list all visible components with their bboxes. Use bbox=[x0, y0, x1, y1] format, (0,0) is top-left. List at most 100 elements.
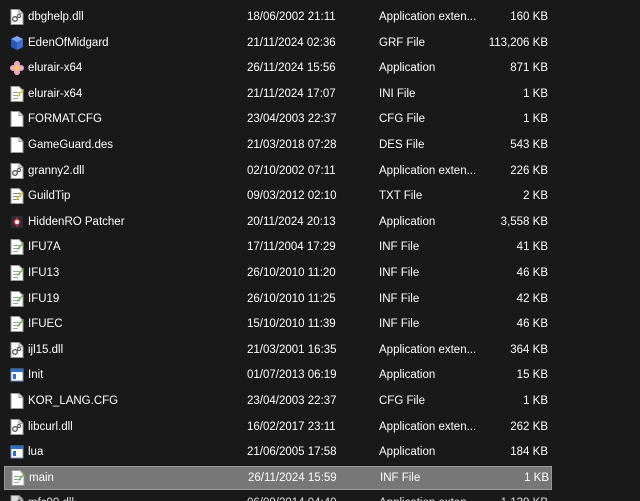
file-row[interactable]: dbghelp.dll 18/06/2002 21:11 Application e… bbox=[4, 5, 552, 29]
file-size: 1 KB bbox=[523, 395, 548, 407]
file-date-modified: 23/04/2003 22:37 bbox=[247, 113, 337, 126]
inf-file-icon bbox=[9, 287, 25, 311]
file-date-modified: 23/04/2003 22:37 bbox=[247, 395, 337, 407]
file-name: IFUEC bbox=[28, 318, 63, 331]
file-type: Application bbox=[379, 62, 436, 75]
file-row[interactable]: IFU19 26/10/2010 11:25 INF File 42 KB bbox=[4, 287, 552, 311]
dll-file-icon bbox=[9, 338, 25, 362]
file-type: INF File bbox=[380, 471, 421, 484]
file-row[interactable]: mfc90.dll 06/09/2014 04:40 Application ext… bbox=[4, 491, 552, 501]
file-type: DES File bbox=[379, 139, 425, 151]
file-type: INF File bbox=[379, 292, 420, 305]
file-row[interactable]: IFU7A 17/11/2004 17:29 INF File 41 KB bbox=[4, 235, 552, 259]
file-row[interactable]: GuildTip 09/03/2012 02:10 TXT File 2 KB bbox=[4, 184, 552, 208]
app-window-icon bbox=[10, 445, 24, 459]
file-type: Application exten... bbox=[379, 343, 477, 356]
file-size: 1 KB bbox=[524, 471, 549, 484]
file-type: INI File bbox=[379, 87, 416, 100]
file-type: CFG File bbox=[379, 395, 425, 407]
file-name: IFU13 bbox=[28, 267, 60, 279]
file-date-modified: 26/11/2024 15:56 bbox=[247, 62, 336, 75]
app-window-icon bbox=[9, 440, 25, 464]
file-date-modified: 17/11/2004 17:29 bbox=[247, 241, 336, 254]
file-date-modified: 21/11/2024 17:07 bbox=[247, 87, 336, 100]
dll-file-icon bbox=[10, 162, 24, 179]
file-size: 871 KB bbox=[510, 62, 548, 75]
file-list: dbghelp.dll 18/06/2002 21:11 Application e… bbox=[0, 0, 640, 501]
file-name: HiddenRO Patcher bbox=[28, 215, 125, 228]
file-date-modified: 21/03/2018 07:28 bbox=[247, 139, 337, 151]
file-name: KOR_LANG.CFG bbox=[28, 395, 119, 407]
app-flower-icon bbox=[10, 61, 24, 76]
file-size: 160 KB bbox=[510, 11, 548, 23]
file-name: granny2.dll bbox=[28, 164, 85, 177]
file-row[interactable]: ijl15.dll 21/03/2001 16:35 Application ext… bbox=[4, 338, 552, 362]
file-size: 262 KB bbox=[510, 420, 548, 433]
file-size: 1 KB bbox=[523, 87, 548, 100]
file-row[interactable]: granny2.dll 02/10/2002 07:11 Application e… bbox=[4, 159, 552, 183]
file-row[interactable]: GameGuard.des 21/03/2018 07:28 DES File 543… bbox=[4, 133, 552, 157]
app-flower-icon bbox=[9, 56, 25, 80]
file-date-modified: 26/11/2024 15:59 bbox=[248, 471, 337, 484]
file-type: TXT File bbox=[379, 190, 423, 203]
file-name: GuildTip bbox=[28, 190, 71, 203]
file-size: 364 KB bbox=[510, 343, 548, 356]
inf-file-icon bbox=[10, 316, 24, 333]
file-date-modified: 18/06/2002 21:11 bbox=[247, 11, 336, 23]
dll-file-icon bbox=[9, 415, 25, 439]
file-date-modified: 01/07/2013 06:19 bbox=[247, 369, 337, 382]
file-type: Application bbox=[379, 215, 436, 228]
file-row[interactable]: KOR_LANG.CFG 23/04/2003 22:37 CFG File 1 KB bbox=[4, 389, 552, 413]
file-date-modified: 26/10/2010 11:20 bbox=[247, 267, 336, 279]
inf-file-icon bbox=[10, 239, 24, 256]
file-size: 226 KB bbox=[510, 164, 548, 177]
file-type: Application bbox=[379, 446, 436, 459]
file-type: CFG File bbox=[379, 113, 425, 126]
file-row[interactable]: elurair-x64 21/11/2024 17:07 INI File 1 KB bbox=[4, 82, 552, 106]
inf-file-icon bbox=[10, 290, 24, 307]
file-name: lua bbox=[28, 446, 44, 459]
file-name: Init bbox=[28, 369, 44, 382]
file-name: mfc90.dll bbox=[28, 491, 238, 501]
file-date-modified: 16/02/2017 23:11 bbox=[247, 420, 336, 433]
file-size: 46 KB bbox=[516, 318, 548, 331]
dll-file-icon bbox=[9, 491, 25, 501]
file-row[interactable]: FORMAT.CFG 23/04/2003 22:37 CFG File 1 KB bbox=[4, 107, 552, 131]
file-date-modified: 21/11/2024 02:36 bbox=[247, 36, 336, 49]
file-name: libcurl.dll bbox=[28, 420, 73, 433]
dll-file-icon bbox=[10, 495, 24, 501]
file-row[interactable]: elurair-x64 26/11/2024 15:56 Application 87… bbox=[4, 56, 552, 80]
app-window-icon bbox=[9, 363, 25, 387]
file-name: IFU19 bbox=[28, 292, 60, 305]
file-row[interactable]: IFUEC 15/10/2010 11:39 INF File 46 KB bbox=[4, 312, 552, 336]
file-type: Application exten... bbox=[379, 11, 477, 23]
file-name: elurair-x64 bbox=[28, 62, 83, 75]
inf-file-icon bbox=[11, 469, 25, 486]
file-date-modified: 26/10/2010 11:25 bbox=[247, 292, 336, 305]
file-date-modified: 09/03/2012 02:10 bbox=[247, 190, 337, 203]
blank-file-icon bbox=[10, 137, 24, 153]
file-size: 41 KB bbox=[516, 241, 548, 254]
inf-file-icon bbox=[9, 235, 25, 259]
file-date-modified: 21/03/2001 16:35 bbox=[247, 343, 337, 356]
dll-file-icon bbox=[9, 5, 25, 29]
file-row[interactable]: lua 21/06/2005 17:58 Application 184 KB bbox=[4, 440, 552, 464]
file-size: 15 KB bbox=[516, 369, 548, 382]
file-row[interactable]: HiddenRO Patcher 20/11/2024 20:13 Applicat… bbox=[4, 210, 552, 234]
file-row[interactable]: IFU13 26/10/2010 11:20 INF File 46 KB bbox=[4, 261, 552, 285]
file-type: Application exten... bbox=[379, 420, 477, 433]
file-size: 46 KB bbox=[516, 267, 548, 279]
text-file-icon bbox=[9, 184, 25, 208]
file-row[interactable]: main 26/11/2024 15:59 INF File 1 KB bbox=[4, 465, 552, 490]
file-date-modified: 15/10/2010 11:39 bbox=[247, 318, 336, 331]
file-size: 42 KB bbox=[516, 292, 548, 305]
file-type: GRF File bbox=[379, 36, 425, 49]
blank-file-icon bbox=[10, 111, 24, 128]
file-row[interactable]: Init 01/07/2013 06:19 Application 15 KB bbox=[4, 363, 552, 387]
file-size: 113,206 KB bbox=[488, 36, 548, 49]
blank-file-icon bbox=[9, 133, 25, 157]
file-date-modified: 02/10/2002 07:11 bbox=[247, 164, 336, 177]
file-row[interactable]: libcurl.dll 16/02/2017 23:11 Application e… bbox=[4, 415, 552, 439]
file-row[interactable]: EdenOfMidgard 21/11/2024 02:36 GRF File 113… bbox=[4, 31, 552, 55]
file-type: INF File bbox=[379, 241, 420, 254]
